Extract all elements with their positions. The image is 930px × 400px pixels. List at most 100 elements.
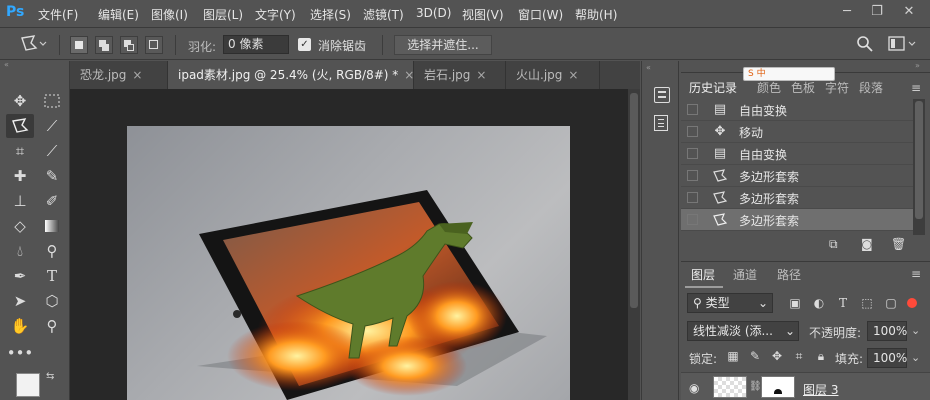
filter-smart-object-icon[interactable]: ▢: [883, 295, 899, 311]
menu-image[interactable]: 图像(I): [151, 6, 188, 23]
scrollbar-thumb[interactable]: [630, 93, 638, 308]
collapse-arrows-icon[interactable]: »: [915, 61, 920, 70]
foreground-color-swatch[interactable]: [16, 373, 40, 397]
tab-character[interactable]: 字符: [825, 77, 849, 99]
history-item[interactable]: ▤ 自由变换: [681, 143, 913, 165]
menu-type[interactable]: 文字(Y): [255, 6, 296, 23]
filter-type-icon[interactable]: T: [835, 295, 851, 311]
tab-rock[interactable]: 岩石.jpg ×: [414, 61, 506, 89]
document-canvas[interactable]: [127, 126, 570, 400]
filter-adjustment-icon[interactable]: ◐: [811, 295, 827, 311]
search-icon[interactable]: [856, 35, 874, 53]
snapshot-checkbox[interactable]: [687, 170, 698, 181]
menu-help[interactable]: 帮助(H): [575, 6, 617, 23]
history-item[interactable]: ✥ 移动: [681, 121, 913, 143]
subtract-selection-button[interactable]: [120, 36, 138, 54]
filter-toggle-icon[interactable]: [907, 298, 917, 308]
eyedropper-tool-icon[interactable]: ⟋: [38, 139, 66, 163]
history-item[interactable]: ▤ 自由变换: [681, 99, 913, 121]
healing-brush-tool-icon[interactable]: ✚: [6, 164, 34, 188]
tab-layers[interactable]: 图层: [691, 264, 715, 286]
lock-transparent-icon[interactable]: ▦: [725, 348, 741, 364]
lock-image-icon[interactable]: ✎: [747, 348, 763, 364]
lock-position-icon[interactable]: ✥: [769, 348, 785, 364]
trash-icon[interactable]: 🗑︎: [891, 237, 906, 251]
snapshot-checkbox[interactable]: [687, 192, 698, 203]
tab-history[interactable]: 历史记录: [689, 77, 737, 99]
fill-input[interactable]: 100%: [867, 348, 907, 368]
shape-tool-icon[interactable]: ⬡: [38, 289, 66, 313]
eraser-tool-icon[interactable]: ◇: [6, 214, 34, 238]
path-selection-tool-icon[interactable]: ➤: [6, 289, 34, 313]
panel-menu-icon[interactable]: ≡: [911, 267, 921, 281]
layer-filter-dropdown[interactable]: ⚲ 类型 ⌄: [687, 293, 773, 313]
dodge-tool-icon[interactable]: ⚲: [38, 239, 66, 263]
tab-close-icon[interactable]: ×: [476, 68, 486, 82]
clone-stamp-tool-icon[interactable]: ⊥: [6, 189, 34, 213]
menu-filter[interactable]: 滤镜(T): [363, 6, 404, 23]
menu-window[interactable]: 窗口(W): [518, 6, 563, 23]
tab-paths[interactable]: 路径: [777, 264, 801, 286]
minimize-icon[interactable]: ─: [834, 4, 860, 22]
pen-tool-icon[interactable]: ✒: [6, 264, 34, 288]
zoom-tool-icon[interactable]: ⚲: [38, 314, 66, 338]
feather-input[interactable]: 0 像素: [223, 35, 289, 54]
blur-tool-icon[interactable]: 💧︎: [6, 239, 34, 263]
menu-view[interactable]: 视图(V): [462, 6, 504, 23]
more-tools-icon[interactable]: •••: [6, 341, 34, 365]
new-document-from-state-icon[interactable]: ⧉: [829, 237, 838, 252]
tab-swatches[interactable]: 色板: [791, 77, 815, 99]
filter-pixel-icon[interactable]: ▣: [787, 295, 803, 311]
snapshot-checkbox[interactable]: [687, 214, 698, 225]
restore-icon[interactable]: ❐: [864, 4, 890, 22]
tab-close-icon[interactable]: ×: [404, 68, 414, 82]
menu-3d[interactable]: 3D(D): [416, 6, 451, 20]
marquee-tool-icon[interactable]: [38, 89, 66, 113]
opacity-input[interactable]: 100%: [867, 321, 907, 341]
select-and-mask-button[interactable]: 选择并遮住...: [394, 35, 492, 55]
add-selection-button[interactable]: [95, 36, 113, 54]
quick-selection-tool-icon[interactable]: ⟋: [38, 114, 66, 138]
intersect-selection-button[interactable]: [145, 36, 163, 54]
tab-ipad[interactable]: ipad素材.jpg @ 25.4% (火, RGB/8#) * ×: [168, 61, 414, 89]
history-brush-tool-icon[interactable]: ✐: [38, 189, 66, 213]
tab-close-icon[interactable]: ×: [568, 68, 578, 82]
filter-shape-icon[interactable]: ⬚: [859, 295, 875, 311]
panel-menu-icon[interactable]: ≡: [911, 81, 921, 95]
blend-mode-dropdown[interactable]: 线性减淡 (添... ⌄: [687, 321, 799, 341]
layer-name[interactable]: 图层 3: [803, 381, 838, 398]
lock-artboard-icon[interactable]: ⌗: [791, 348, 807, 364]
close-icon[interactable]: ✕: [896, 4, 922, 22]
fill-dropdown-icon[interactable]: ⌄: [911, 351, 920, 364]
eye-visibility-icon[interactable]: ◉: [689, 381, 699, 395]
collapse-arrows-icon[interactable]: «: [646, 63, 651, 72]
antialias-checkbox[interactable]: ✓: [298, 38, 311, 51]
tab-close-icon[interactable]: ×: [132, 68, 142, 82]
snapshot-checkbox[interactable]: [687, 148, 698, 159]
history-item[interactable]: 多边形套索: [681, 187, 913, 209]
tab-paragraph[interactable]: 段落: [859, 77, 883, 99]
layer-row[interactable]: ◉ ⛓ 图层 3: [681, 372, 930, 400]
type-tool-icon[interactable]: T: [38, 264, 66, 288]
new-selection-button[interactable]: [70, 36, 88, 54]
hand-tool-icon[interactable]: ✋: [6, 314, 34, 338]
layer-mask-thumbnail[interactable]: [761, 376, 795, 398]
camera-snapshot-icon[interactable]: ◙: [861, 237, 873, 251]
menu-layer[interactable]: 图层(L): [203, 6, 243, 23]
lock-all-icon[interactable]: 🔒︎: [813, 348, 829, 364]
menu-edit[interactable]: 编辑(E): [98, 6, 139, 23]
tool-preset-picker[interactable]: [18, 34, 48, 54]
snapshot-checkbox[interactable]: [687, 126, 698, 137]
tab-volcano[interactable]: 火山.jpg ×: [506, 61, 600, 89]
crop-tool-icon[interactable]: ⌗: [6, 139, 34, 163]
menu-select[interactable]: 选择(S): [310, 6, 351, 23]
collapse-arrows-icon[interactable]: «: [0, 61, 70, 71]
workspace-switcher[interactable]: [888, 35, 918, 53]
brush-tool-icon[interactable]: ✎: [38, 164, 66, 188]
gradient-tool-icon[interactable]: [38, 214, 66, 238]
history-item[interactable]: 多边形套索: [681, 165, 913, 187]
history-item-current[interactable]: 多边形套索: [681, 209, 913, 231]
history-panel-icon[interactable]: [654, 87, 670, 103]
history-scrollbar[interactable]: [913, 99, 925, 235]
opacity-dropdown-icon[interactable]: ⌄: [911, 324, 920, 337]
